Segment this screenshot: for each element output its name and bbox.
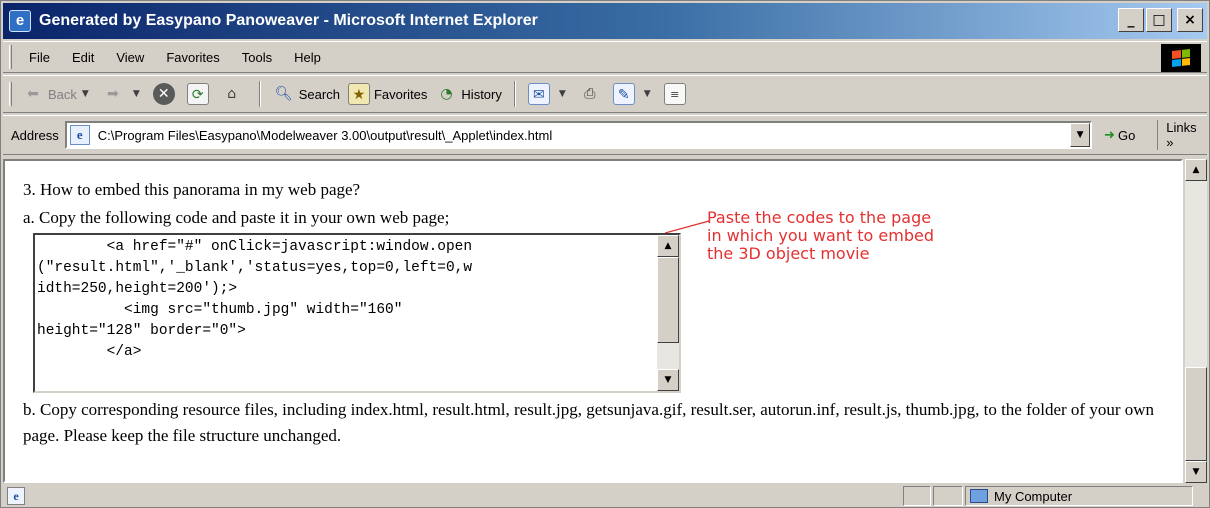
page-scroll-up-button[interactable]: ▲: [1185, 159, 1207, 181]
mail-icon: ✉: [527, 83, 550, 105]
refresh-button[interactable]: ⟳: [183, 79, 217, 109]
discuss-icon: ≡: [663, 83, 686, 105]
zone-label: My Computer: [994, 488, 1073, 504]
menu-bar: File Edit View Favorites Tools Help: [3, 41, 1207, 73]
standard-toolbar: ⬅ Back ▼ ➡ ▼ ✕ ⟳ ⌂ 🔍︎ Search ★ Favorites…: [3, 75, 1207, 113]
security-zone[interactable]: My Computer: [965, 486, 1193, 506]
favorites-button[interactable]: ★ Favorites: [344, 79, 431, 109]
maximize-button[interactable]: □: [1146, 8, 1172, 32]
scroll-down-button[interactable]: ▼: [657, 369, 679, 391]
favorites-label: Favorites: [373, 86, 428, 102]
address-label: Address: [11, 127, 59, 143]
mail-dropdown-icon[interactable]: ▼: [559, 89, 566, 99]
status-cell: [903, 486, 931, 506]
toolbar-separator: [513, 81, 516, 107]
scroll-up-button[interactable]: ▲: [657, 235, 679, 257]
title-bar[interactable]: e Generated by Easypano Panoweaver - Mic…: [3, 3, 1207, 39]
history-label: History: [461, 86, 502, 102]
section-heading: 3. How to embed this panorama in my web …: [23, 180, 361, 199]
window-controls: _ □ ×: [1118, 8, 1203, 32]
home-button[interactable]: ⌂: [217, 79, 251, 109]
page-icon: e: [69, 125, 90, 145]
address-bar: Address e C:\Program Files\Easypano\Mode…: [3, 115, 1207, 155]
stop-button[interactable]: ✕: [149, 79, 183, 109]
windows-logo-icon: [1161, 44, 1201, 72]
go-label: Go: [1117, 127, 1136, 143]
annotation-line-2: in which you want to embed: [707, 226, 934, 245]
code-scrollbar[interactable]: ▲ ▼: [657, 235, 679, 391]
menu-favorites[interactable]: Favorites: [155, 50, 230, 65]
search-label: Search: [298, 86, 340, 102]
menu-help[interactable]: Help: [283, 50, 332, 65]
step-a-text: a. Copy the following code and paste it …: [23, 208, 450, 227]
back-dropdown-icon[interactable]: ▼: [82, 89, 89, 99]
status-bar: e My Computer: [3, 485, 1207, 507]
back-button[interactable]: ⬅ Back ▼: [18, 79, 98, 109]
address-dropdown-icon[interactable]: ▼: [1070, 123, 1091, 147]
page-status-icon: e: [7, 487, 25, 505]
window-title: Generated by Easypano Panoweaver - Micro…: [39, 12, 538, 29]
links-button[interactable]: Links »: [1157, 120, 1207, 150]
browser-window: e Generated by Easypano Panoweaver - Mic…: [0, 0, 1210, 508]
page-scroll-down-button[interactable]: ▼: [1185, 461, 1207, 483]
print-button[interactable]: ⎙: [575, 79, 609, 109]
stop-icon: ✕: [152, 83, 175, 105]
menu-edit[interactable]: Edit: [61, 50, 105, 65]
annotation-line-1: Paste the codes to the page: [707, 208, 932, 227]
ie-logo-icon: e: [9, 10, 31, 32]
scroll-thumb[interactable]: [657, 257, 679, 343]
menu-tools[interactable]: Tools: [231, 50, 283, 65]
address-url[interactable]: C:\Program Files\Easypano\Modelweaver 3.…: [98, 128, 553, 143]
go-arrow-icon: ➜: [1104, 127, 1115, 143]
forward-arrow-icon: ➡: [106, 86, 119, 102]
page-content: 3. How to embed this panorama in my web …: [3, 159, 1183, 483]
favorites-icon: ★: [347, 83, 370, 105]
history-icon: ◔: [440, 86, 453, 102]
search-icon: 🔍︎: [274, 86, 293, 102]
forward-button[interactable]: ➡ ▼: [98, 79, 149, 109]
forward-dropdown-icon[interactable]: ▼: [133, 89, 140, 99]
back-arrow-icon: ⬅: [27, 86, 39, 102]
discuss-button[interactable]: ≡: [660, 79, 694, 109]
address-input[interactable]: e C:\Program Files\Easypano\Modelweaver …: [64, 121, 1093, 149]
embed-code[interactable]: <a href="#" onClick=javascript:window.op…: [37, 237, 657, 363]
go-button[interactable]: ➜ Go: [1104, 128, 1135, 143]
edit-dropdown-icon[interactable]: ▼: [644, 89, 651, 99]
history-button[interactable]: ◔ History: [431, 79, 505, 109]
home-icon: ⌂: [227, 86, 237, 102]
annotation-pointer: [665, 220, 710, 233]
menu-view[interactable]: View: [105, 50, 155, 65]
close-button[interactable]: ×: [1177, 8, 1203, 32]
menu-grip[interactable]: [9, 45, 12, 69]
search-button[interactable]: 🔍︎ Search: [269, 79, 344, 109]
refresh-icon: ⟳: [186, 83, 209, 105]
edit-button[interactable]: ✎ ▼: [609, 79, 660, 109]
mail-button[interactable]: ✉ ▼: [524, 79, 575, 109]
edit-icon: ✎: [612, 83, 635, 105]
print-icon: ⎙: [584, 86, 596, 102]
step-b-text: b. Copy corresponding resource files, in…: [23, 400, 1155, 445]
menu-file[interactable]: File: [18, 50, 61, 65]
toolbar-separator: [258, 81, 261, 107]
page-scroll-thumb[interactable]: [1185, 367, 1207, 461]
minimize-button[interactable]: _: [1118, 8, 1144, 32]
computer-icon: [970, 489, 988, 503]
status-cell: [933, 486, 963, 506]
annotation-line-3: the 3D object movie: [707, 244, 870, 263]
code-textarea[interactable]: <a href="#" onClick=javascript:window.op…: [33, 233, 681, 393]
toolbar-grip[interactable]: [9, 82, 12, 106]
back-label: Back: [48, 86, 77, 102]
annotation-text: Paste the codes to the page in which you…: [707, 209, 934, 263]
page-scrollbar[interactable]: ▲ ▼: [1185, 159, 1207, 483]
